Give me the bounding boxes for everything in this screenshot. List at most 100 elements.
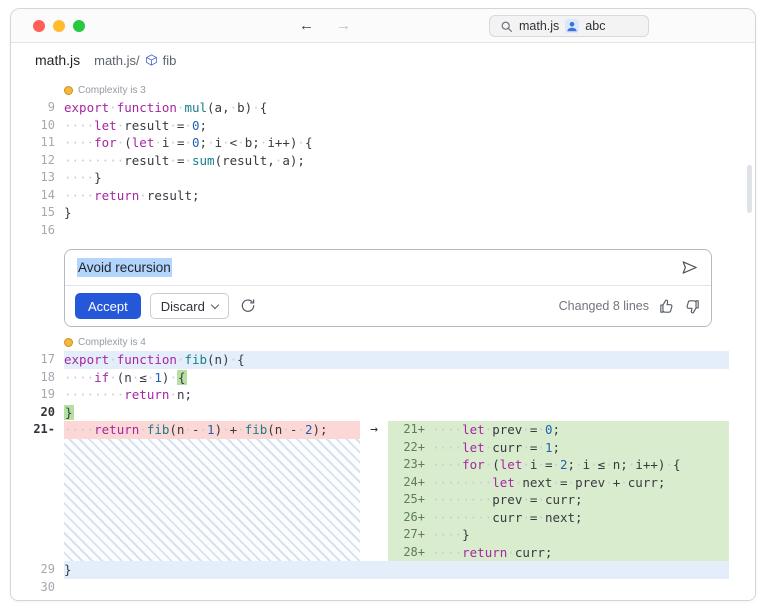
thumbs-down-button[interactable] — [684, 298, 701, 315]
code-block-fib: 17 export·function·fib(n)·{18 ····if·(n·≤·… — [11, 351, 729, 421]
discard-button[interactable]: Discard — [149, 293, 229, 319]
code-line[interactable]: 12 ········result·=·sum(result,·a); — [11, 152, 729, 170]
code-line[interactable]: 20} — [11, 404, 729, 422]
code-text: export·function·mul(a,·b)·{ — [64, 100, 268, 115]
added-code-text: ····let·prev·=·0; — [432, 422, 560, 437]
tabbar: math.js math.js/ fib — [11, 43, 755, 77]
diff-region: 21- ····return·fib(n·-·1)·+·fib(n·-·2); →… — [11, 421, 729, 561]
scrollbar-thumb[interactable] — [747, 165, 752, 213]
line-number: 19 — [40, 387, 55, 401]
minimize-window-button[interactable] — [53, 19, 65, 32]
added-code-line[interactable]: 27+ ····} — [388, 526, 729, 544]
line-number: 12 — [40, 152, 55, 167]
close-window-button[interactable] — [33, 19, 45, 32]
breadcrumb[interactable]: math.js/ fib — [94, 53, 176, 68]
zoom-window-button[interactable] — [73, 19, 85, 32]
code-line[interactable]: 18 ····if·(n·≤·1)·{ — [11, 369, 729, 387]
complexity-annotation-bottom: Complexity is 4 — [11, 335, 729, 349]
line-number: 25+ — [403, 492, 425, 506]
code-line[interactable]: 29} — [11, 561, 729, 579]
code-text: ····return·result; — [64, 187, 200, 203]
complexity-text: Complexity is 4 — [78, 336, 146, 348]
forward-button[interactable]: → — [336, 9, 351, 43]
code-line[interactable]: 17 export·function·fib(n)·{ — [11, 351, 729, 369]
added-code-line[interactable]: 26+ ········curr·=·next; — [388, 508, 729, 526]
added-code-line[interactable]: 22+ ····let·curr·=·1; — [388, 438, 729, 456]
project-name: math.js — [519, 19, 560, 33]
deleted-region-hatch — [64, 438, 360, 561]
line-number: 27+ — [403, 527, 425, 541]
prompt-selected-text: Avoid recursion — [77, 258, 172, 277]
search-icon — [500, 20, 513, 33]
code-text: ····let·result·=·0; — [64, 117, 208, 133]
thumbs-up-button[interactable] — [658, 298, 675, 315]
assist-actions: Accept Discard Changed 8 lines — [65, 286, 711, 326]
app-window: ← → math.js abc math.js math.js/ fib Com… — [10, 8, 756, 601]
send-icon[interactable] — [680, 258, 699, 277]
code-line[interactable]: 10 ····let·result·=·0; — [11, 117, 729, 135]
titlebar: ← → math.js abc — [11, 9, 755, 43]
code-line[interactable]: 30 — [11, 579, 729, 597]
accept-button[interactable]: Accept — [75, 293, 141, 319]
symbol-cube-icon — [145, 53, 158, 67]
added-code-text: ····let·curr·=·1; — [432, 439, 560, 455]
code-block-mul: 9 export·function·mul(a,·b)·{ 10 ····let·re… — [11, 99, 729, 239]
line-number: 13 — [40, 170, 55, 184]
code-line[interactable]: 16 — [11, 222, 729, 240]
diff-added-column: 21+ ····let·prev·=·0; 22+ ····let·curr·=·1;… — [388, 421, 729, 561]
deleted-code-line[interactable]: 21- ····return·fib(n·-·1)·+·fib(n·-·2); — [11, 421, 360, 439]
retry-button[interactable] — [238, 296, 258, 316]
assist-prompt-input[interactable]: Avoid recursion — [65, 250, 711, 286]
diff-deleted-column: 21- ····return·fib(n·-·1)·+·fib(n·-·2); — [11, 421, 360, 561]
code-line[interactable]: 9 export·function·mul(a,·b)·{ — [11, 99, 729, 117]
added-code-line[interactable]: 28+ ····return·curr; — [388, 543, 729, 561]
line-number: 18 — [40, 369, 55, 384]
medal-icon — [64, 337, 73, 347]
changed-lines-status: Changed 8 lines — [558, 299, 649, 313]
tab-mathjs[interactable]: math.js — [35, 52, 80, 68]
code-line[interactable]: 15} — [11, 204, 729, 222]
added-code-text: ····return·curr; — [432, 544, 553, 560]
code-line[interactable]: 19 ········return·n; — [11, 386, 729, 404]
back-button[interactable]: ← — [299, 9, 314, 43]
line-number: 23+ — [403, 457, 425, 471]
line-number: 14 — [40, 187, 55, 202]
added-code-line[interactable]: 25+ ········prev·=·curr; — [388, 491, 729, 509]
code-text: ····} — [64, 170, 102, 185]
window-controls — [33, 19, 85, 32]
editor[interactable]: Complexity is 3 9 export·function·mul(a,·… — [11, 77, 755, 600]
line-number: 15 — [40, 205, 55, 219]
code-text: ····if·(n·≤·1)·{ — [64, 369, 187, 385]
line-number: 28+ — [403, 544, 425, 559]
line-number: 24+ — [403, 474, 425, 489]
code-line[interactable]: 11 ····for·(let·i·=·0;·i·<·b;·i++)·{ — [11, 134, 729, 152]
breadcrumb-path: math.js/ — [94, 52, 140, 68]
code-text: } — [64, 561, 729, 579]
line-number: 17 — [40, 352, 55, 366]
code-text: ········return·n; — [64, 387, 192, 402]
project-search-pill[interactable]: math.js abc — [489, 15, 649, 37]
collaborator-avatar-icon — [565, 19, 580, 33]
added-code-line[interactable]: 23+ ····for·(let·i·=·2;·i·≤·n;·i++)·{ — [388, 456, 729, 474]
line-number: 16 — [40, 222, 55, 237]
added-code-line[interactable]: 24+ ········let·next·=·prev·+·curr; — [388, 473, 729, 491]
inline-assist-panel: Avoid recursion Accept Discard Changed 8… — [64, 249, 712, 327]
medal-icon — [64, 85, 73, 95]
added-code-line[interactable]: 21+ ····let·prev·=·0; — [388, 421, 729, 439]
added-code-text: ····} — [432, 527, 470, 542]
complexity-text: Complexity is 3 — [78, 84, 146, 96]
line-number: 21+ — [403, 422, 425, 436]
code-text: ····for·(let·i·=·0;·i·<·b;·i++)·{ — [64, 135, 313, 150]
deleted-code-text: ····return·fib(n·-·1)·+·fib(n·-·2); — [64, 421, 360, 439]
code-line[interactable]: 14 ····return·result; — [11, 187, 729, 205]
code-line[interactable]: 13 ····} — [11, 169, 729, 187]
line-number: 21- — [33, 422, 55, 436]
added-code-text: ········let·next·=·prev·+·curr; — [432, 474, 666, 490]
added-code-text: ········prev·=·curr; — [432, 492, 583, 507]
refresh-icon — [241, 299, 255, 312]
history-nav: ← → — [299, 9, 351, 43]
line-number: 9 — [47, 100, 55, 114]
line-number: 22+ — [403, 439, 425, 454]
added-code-text: ········curr·=·next; — [432, 509, 583, 525]
